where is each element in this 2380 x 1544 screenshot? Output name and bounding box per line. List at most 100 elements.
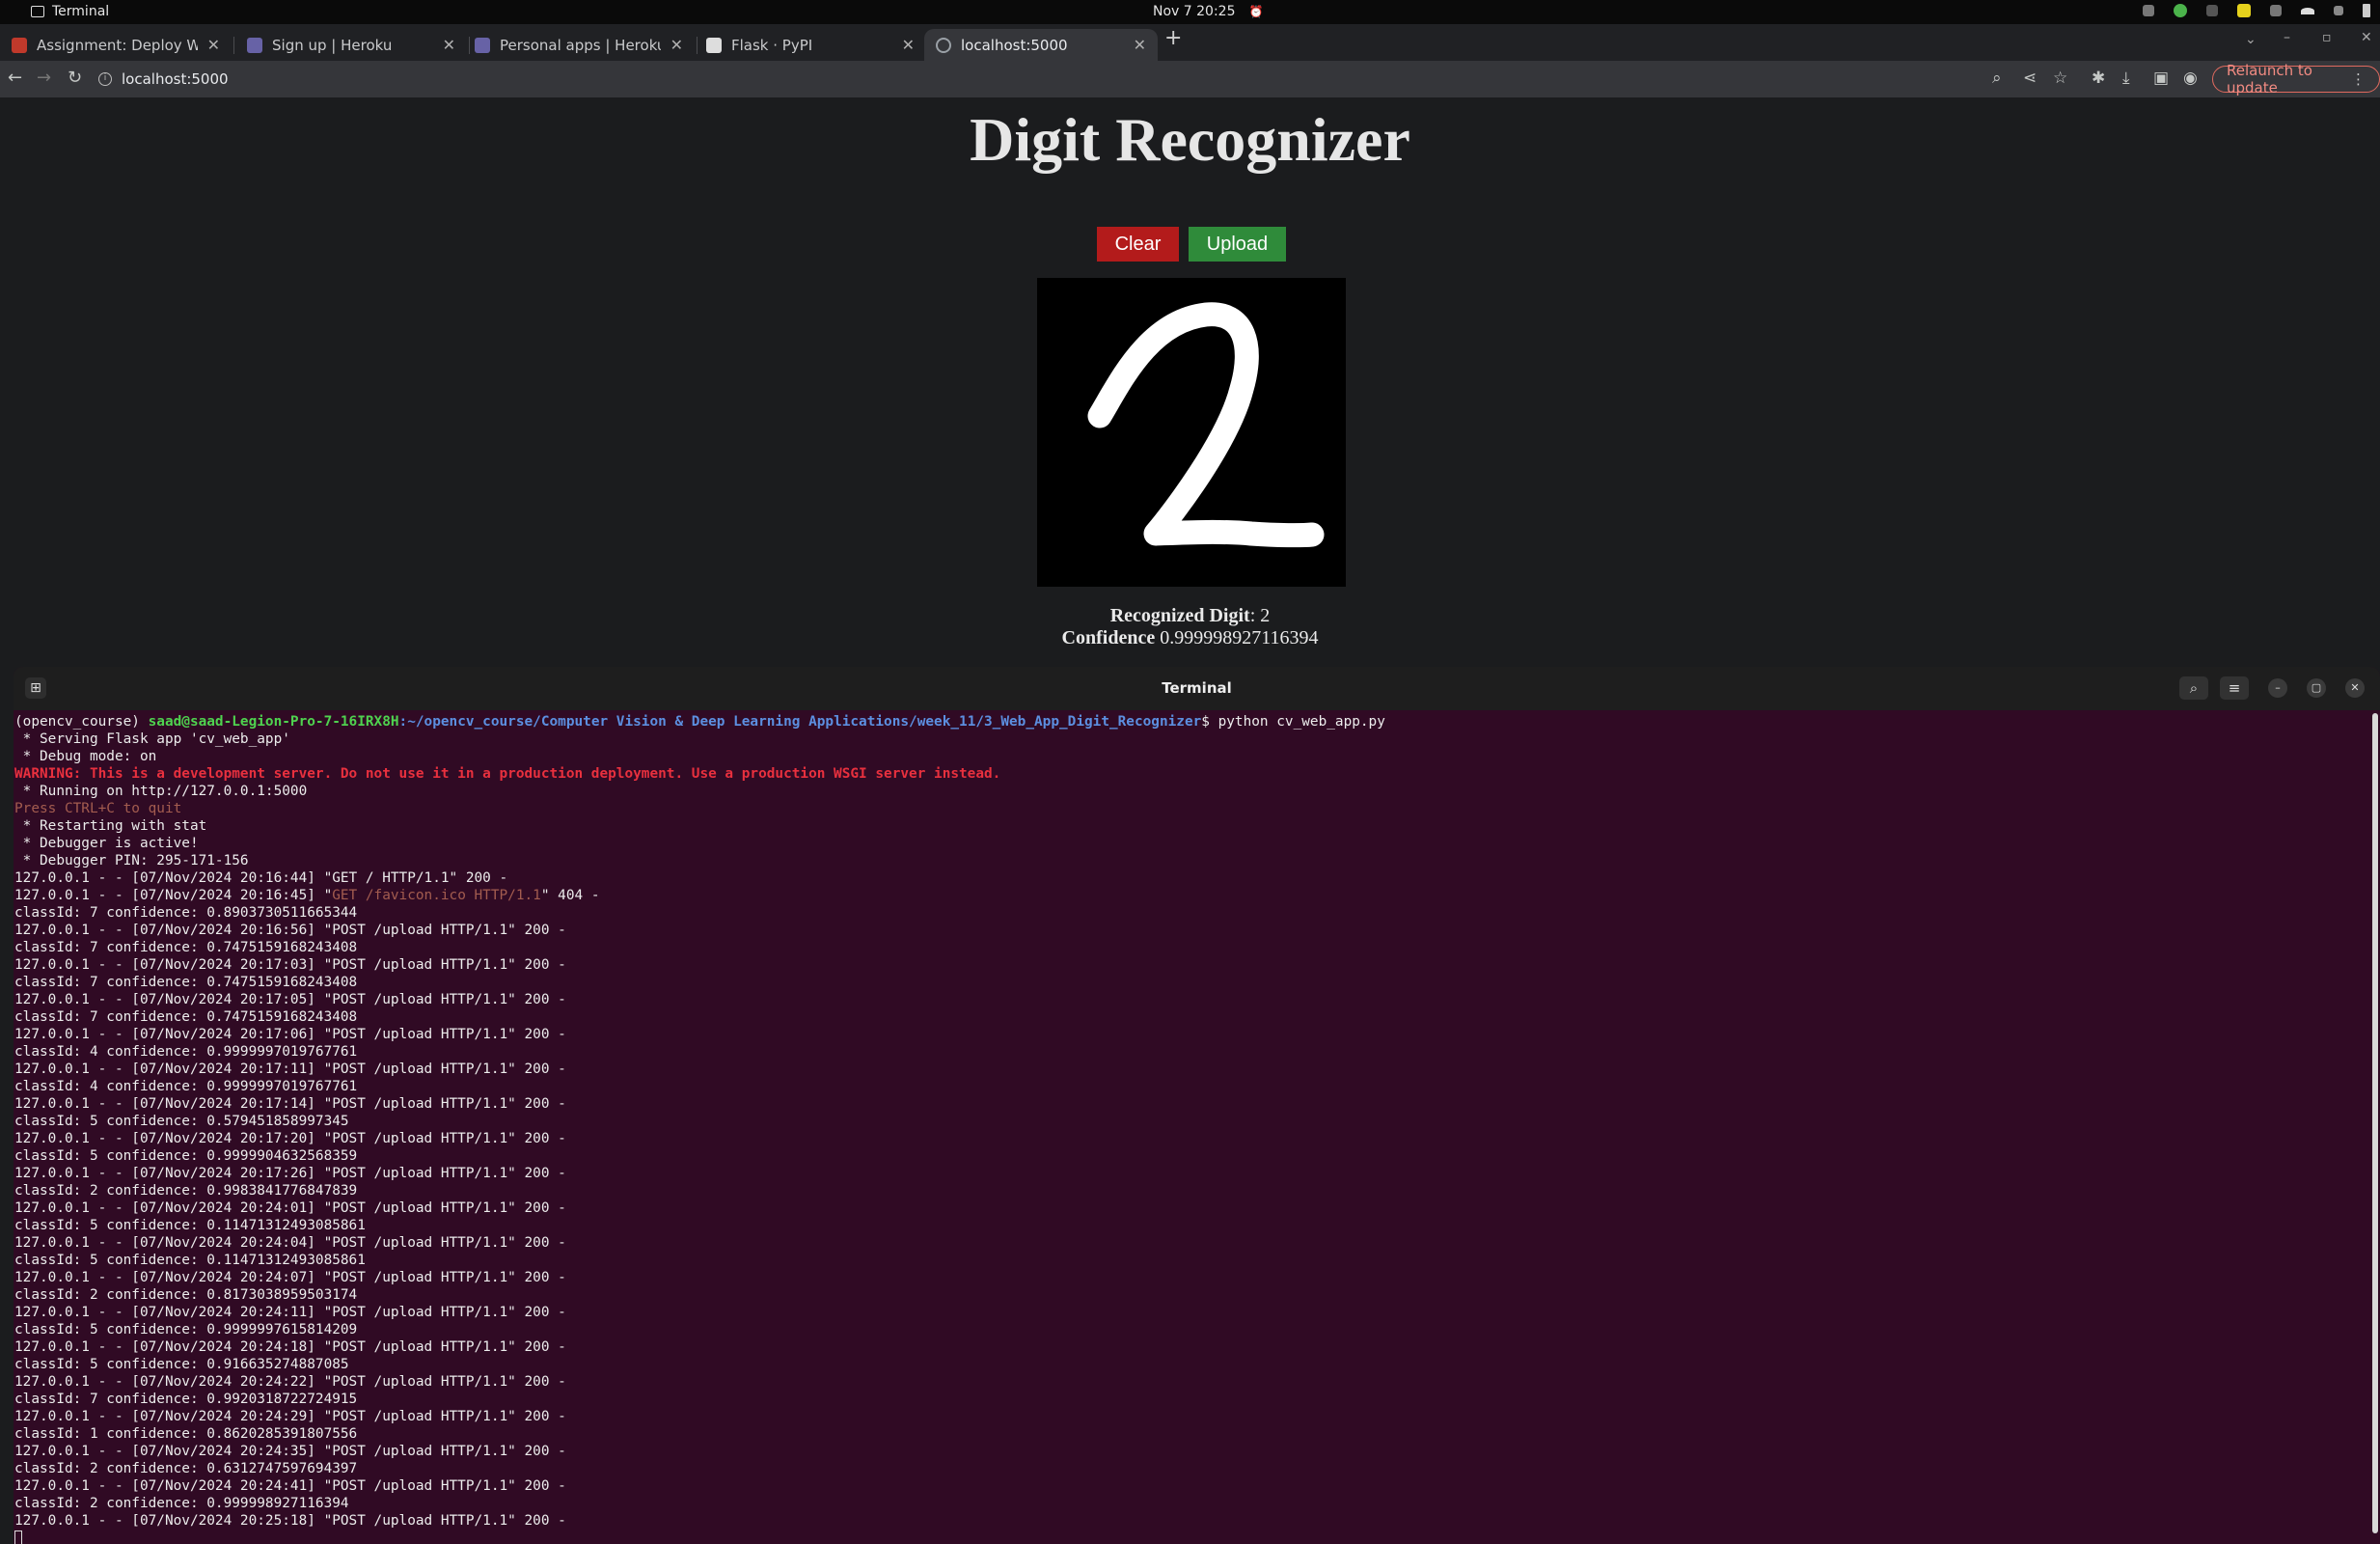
side-panel-icon[interactable]: ▣	[2153, 69, 2169, 88]
address-bar[interactable]: i localhost:5000	[98, 65, 2028, 94]
prompt-user-host: saad@saad-Legion-Pro-7-16IRX8H	[148, 714, 399, 730]
close-icon[interactable]: ✕	[2345, 678, 2365, 698]
terminal-icon	[31, 6, 44, 17]
terminal-log-line: classId: 7 confidence: 0.747515916824340…	[14, 1009, 358, 1025]
search-icon[interactable]: ⌕	[2179, 676, 2208, 700]
maximize-icon[interactable]: ▢	[2307, 678, 2326, 698]
web-page: Digit Recognizer Clear Upload Recognized…	[0, 97, 2380, 667]
terminal-log-line: classId: 5 confidence: 0.579451858997345	[14, 1114, 349, 1129]
terminal-log-line: 127.0.0.1 - - [07/Nov/2024 20:17:26] "PO…	[14, 1166, 566, 1181]
dropbox-icon[interactable]	[2270, 5, 2282, 16]
drawing-canvas[interactable]	[1037, 278, 1346, 587]
hamburger-menu-icon[interactable]: ≡	[2220, 676, 2249, 700]
alarm-icon: ⏰	[1248, 5, 1264, 18]
terminal-scrollbar[interactable]	[2372, 713, 2378, 1533]
close-icon[interactable]: ✕	[1134, 36, 1146, 54]
confidence-label: Confidence	[1061, 627, 1156, 648]
app-name: Terminal	[52, 4, 110, 19]
tab-title: Personal apps | Heroku	[500, 36, 661, 54]
tab-assignment[interactable]: Assignment: Deploy Web ✕	[0, 29, 232, 61]
volume-icon[interactable]	[2334, 6, 2343, 15]
prompt-command: $ python cv_web_app.py	[1201, 714, 1385, 730]
datetime: Nov 7 20:25	[1153, 4, 1236, 19]
terminal-log-line: WARNING: This is a development server. D…	[14, 766, 1001, 782]
terminal-log-line: classId: 2 confidence: 0.817303895950317…	[14, 1287, 358, 1303]
clear-button[interactable]: Clear	[1097, 227, 1179, 262]
close-icon[interactable]: ✕	[670, 36, 683, 54]
terminal-window[interactable]: ⊞ Terminal ⌕ ≡ – ▢ ✕ (opencv_course) saa…	[14, 667, 2380, 1544]
slack-icon[interactable]	[2206, 5, 2218, 16]
terminal-header-bar[interactable]: ⊞ Terminal ⌕ ≡ – ▢ ✕	[14, 667, 2380, 710]
tab-title: Assignment: Deploy Web	[37, 36, 198, 54]
terminal-log-line: classId: 5 confidence: 0.999999761581420…	[14, 1322, 358, 1337]
terminal-log-line: 127.0.0.1 - - [07/Nov/2024 20:25:18] "PO…	[14, 1513, 566, 1529]
terminal-log-line: 127.0.0.1 - - [07/Nov/2024 20:16:56] "PO…	[14, 923, 566, 938]
back-arrow-icon[interactable]: ←	[8, 68, 22, 88]
reload-icon[interactable]: ↻	[68, 68, 82, 88]
heroku-favicon-icon	[475, 37, 490, 53]
activities-app-menu[interactable]: Terminal	[31, 4, 109, 19]
tab-search-chevron-icon[interactable]: ⌄	[2245, 32, 2257, 47]
terminal-log-line: 127.0.0.1 - - [07/Nov/2024 20:16:45] "GE…	[14, 887, 2368, 904]
tab-flask-pypi[interactable]: Flask · PyPI ✕	[695, 29, 926, 61]
tab-heroku-signup[interactable]: Sign up | Heroku ✕	[235, 29, 467, 61]
drawn-digit-stroke	[1087, 302, 1325, 548]
tab-heroku-apps[interactable]: Personal apps | Heroku ✕	[463, 29, 695, 61]
terminal-log-line: * Debugger is active!	[14, 836, 199, 851]
terminal-log-line: 127.0.0.1 - - [07/Nov/2024 20:24:07] "PO…	[14, 1270, 566, 1285]
recognized-digit-row: Recognized Digit: 2	[0, 605, 2380, 627]
terminal-log-line: * Debug mode: on	[14, 749, 157, 764]
close-icon[interactable]: ✕	[207, 36, 220, 54]
terminal-log-line: * Debugger PIN: 295-171-156	[14, 853, 249, 868]
forward-arrow-icon[interactable]: →	[37, 68, 51, 88]
tab-localhost[interactable]: localhost:5000 ✕	[924, 29, 1158, 61]
extensions-icon[interactable]: ✱	[2092, 69, 2105, 88]
more-menu-icon[interactable]: ⋮	[2351, 70, 2366, 88]
clock[interactable]: Nov 7 20:25 ⏰	[1153, 4, 1263, 19]
terminal-title: Terminal	[1162, 679, 1232, 697]
terminal-log-line: 127.0.0.1 - - [07/Nov/2024 20:17:14] "PO…	[14, 1096, 566, 1112]
battery-icon[interactable]	[2363, 4, 2370, 17]
terminal-log-line: 127.0.0.1 - - [07/Nov/2024 20:17:20] "PO…	[14, 1131, 566, 1146]
browser-tab-strip: Assignment: Deploy Web ✕ Sign up | Herok…	[0, 24, 2380, 61]
terminal-log-line: classId: 7 confidence: 0.992031872272491…	[14, 1392, 358, 1407]
restore-icon[interactable]: ▫	[2322, 30, 2332, 45]
terminal-output[interactable]: (opencv_course) saad@saad-Legion-Pro-7-1…	[14, 710, 2368, 1544]
terminal-log-line: * Serving Flask app 'cv_web_app'	[14, 731, 290, 747]
terminal-log-line: Press CTRL+C to quit	[14, 801, 182, 816]
moodle-favicon-icon	[12, 37, 27, 53]
upload-button[interactable]: Upload	[1189, 227, 1286, 262]
terminal-log-line: classId: 2 confidence: 0.999998927116394	[14, 1496, 349, 1511]
slack-icon[interactable]	[2143, 5, 2154, 16]
terminal-log-line: 127.0.0.1 - - [07/Nov/2024 20:24:18] "PO…	[14, 1339, 566, 1355]
terminal-log-line: classId: 1 confidence: 0.862028539180755…	[14, 1426, 358, 1442]
terminal-log-line: 127.0.0.1 - - [07/Nov/2024 20:17:06] "PO…	[14, 1027, 566, 1042]
prediction-result: Recognized Digit: 2 Confidence 0.9999989…	[0, 605, 2380, 649]
minimize-icon[interactable]: –	[2268, 678, 2287, 698]
terminal-log-line: 127.0.0.1 - - [07/Nov/2024 20:24:41] "PO…	[14, 1478, 566, 1494]
minimize-icon[interactable]: –	[2284, 30, 2290, 45]
prompt-line: (opencv_course) saad@saad-Legion-Pro-7-1…	[14, 713, 2368, 731]
notes-icon[interactable]	[2237, 4, 2251, 17]
close-window-icon[interactable]: ✕	[2361, 30, 2372, 45]
download-icon[interactable]: ⤓	[2122, 69, 2130, 88]
close-icon[interactable]: ✕	[443, 36, 455, 54]
prompt-env: (opencv_course)	[14, 714, 149, 730]
site-info-icon[interactable]: i	[98, 72, 112, 86]
confidence-value: 0.999998927116394	[1155, 627, 1319, 648]
nvidia-icon[interactable]	[2174, 4, 2187, 17]
terminal-log-line: * Running on http://127.0.0.1:5000	[14, 784, 308, 799]
terminal-log-line: 127.0.0.1 - - [07/Nov/2024 20:17:11] "PO…	[14, 1062, 566, 1077]
close-icon[interactable]: ✕	[902, 36, 915, 54]
terminal-log-line: classId: 2 confidence: 0.998384177684783…	[14, 1183, 358, 1199]
wifi-icon[interactable]	[2301, 7, 2314, 14]
terminal-log-line: classId: 7 confidence: 0.747515916824340…	[14, 975, 358, 990]
terminal-log-line: 127.0.0.1 - - [07/Nov/2024 20:17:05] "PO…	[14, 992, 566, 1007]
zoom-icon[interactable]: ⌕	[1992, 69, 2002, 88]
profile-avatar-icon[interactable]: ◉	[2183, 69, 2198, 88]
relaunch-to-update-button[interactable]: Relaunch to update ⋮	[2212, 62, 2380, 96]
share-icon[interactable]: ⋖	[2023, 69, 2037, 88]
bookmark-star-icon[interactable]: ☆	[2053, 69, 2067, 88]
recognized-digit-value: : 2	[1249, 605, 1271, 626]
new-tab-button[interactable]: +	[1164, 28, 1182, 49]
